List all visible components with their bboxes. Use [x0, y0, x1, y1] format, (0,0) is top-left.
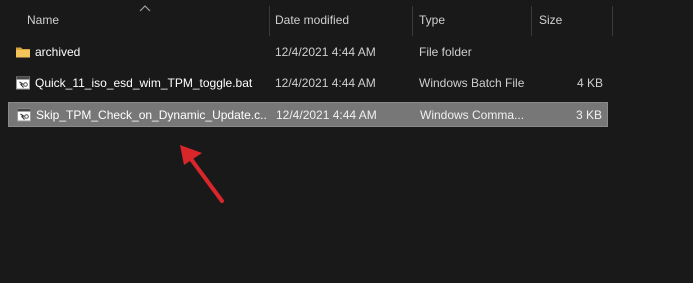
file-date-modified: 12/4/2021 4:44 AM	[275, 76, 376, 90]
file-name: Quick_11_iso_esd_wim_TPM_toggle.bat	[35, 76, 253, 90]
sort-ascending-icon[interactable]	[139, 4, 151, 12]
column-divider[interactable]	[412, 6, 413, 36]
file-name: Skip_TPM_Check_on_Dynamic_Update.c...	[36, 108, 266, 122]
column-header-name[interactable]: Name	[27, 13, 59, 27]
column-header-date-modified[interactable]: Date modified	[275, 13, 349, 27]
column-divider[interactable]	[612, 6, 613, 36]
red-arrow-icon	[180, 145, 224, 203]
file-size: 3 KB	[575, 108, 602, 122]
file-type: Windows Comma...	[420, 108, 525, 122]
column-header-size[interactable]: Size	[539, 13, 562, 27]
folder-icon	[16, 47, 30, 58]
file-row-quick-11-bat[interactable]: Quick_11_iso_esd_wim_TPM_toggle.bat 12/4…	[8, 71, 608, 96]
file-row-archived[interactable]: archived 12/4/2021 4:44 AM File folder	[8, 40, 608, 65]
file-date-modified: 12/4/2021 4:44 AM	[276, 108, 377, 122]
column-divider[interactable]	[269, 6, 270, 36]
file-name: archived	[35, 45, 81, 59]
column-header-type[interactable]: Type	[419, 13, 445, 27]
column-divider[interactable]	[531, 6, 532, 36]
file-size: 4 KB	[576, 76, 603, 90]
column-header-bar: Name Date modified Type Size	[0, 0, 693, 38]
file-row-skip-tpm-cmd[interactable]: Skip_TPM_Check_on_Dynamic_Update.c... 12…	[8, 102, 608, 127]
batch-file-icon	[16, 76, 30, 90]
file-type: File folder	[419, 45, 472, 59]
file-type: Windows Batch File	[419, 76, 525, 90]
file-date-modified: 12/4/2021 4:44 AM	[275, 45, 376, 59]
cmd-file-icon	[17, 108, 31, 122]
